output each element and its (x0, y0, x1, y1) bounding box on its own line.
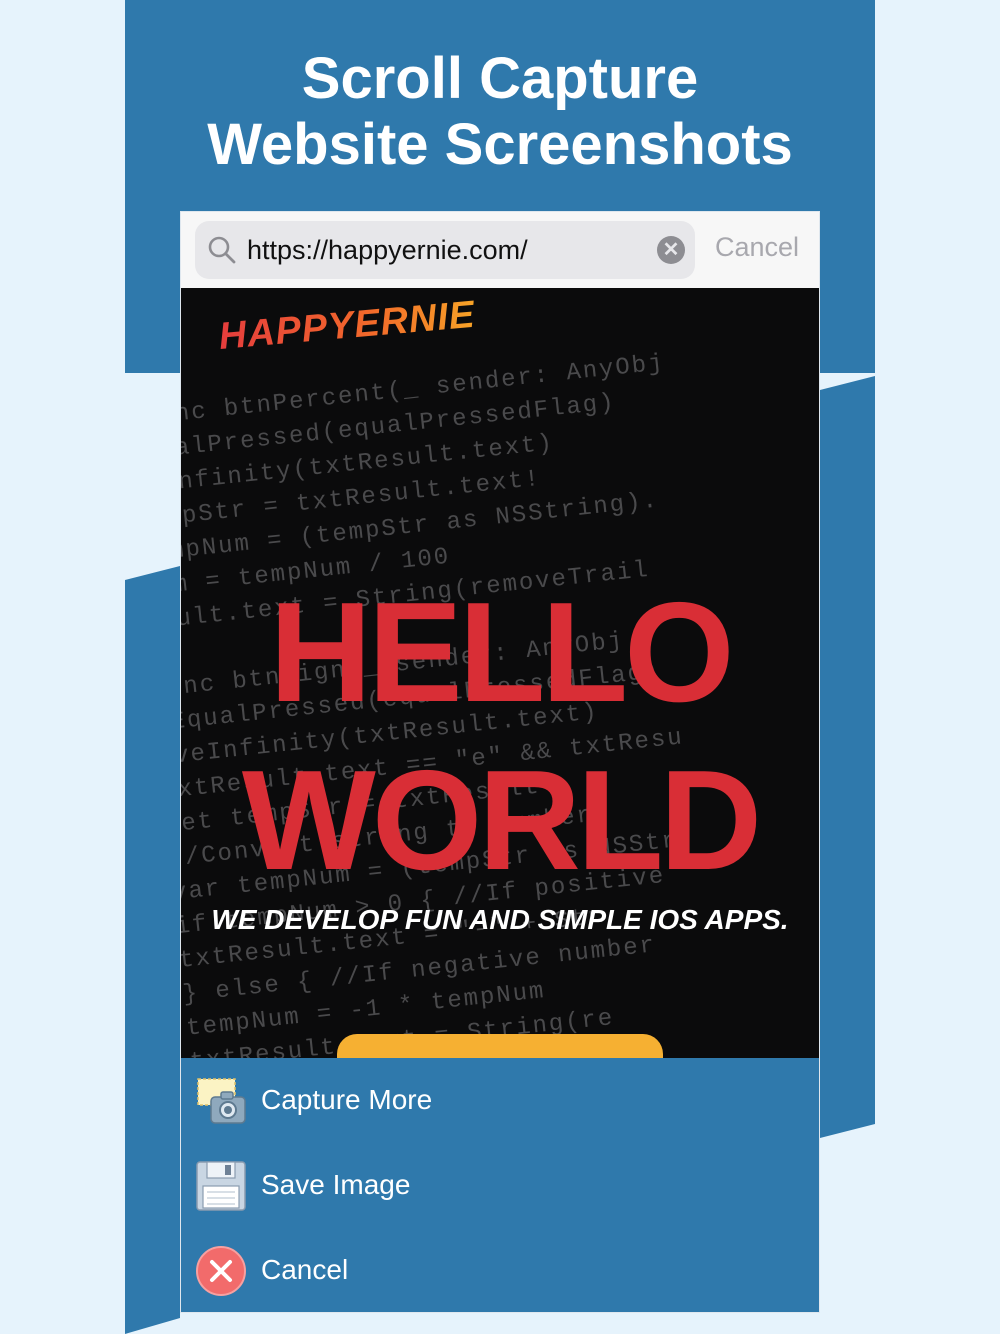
website-preview[interactable]: func btnPercent(_ sender: AnyObj EqualPr… (181, 288, 819, 1058)
headline-line-1: Scroll Capture (301, 46, 699, 111)
search-bar: ✕ Cancel (181, 212, 819, 288)
floppy-disk-icon (196, 1161, 246, 1211)
capture-more-label: Capture More (261, 1084, 433, 1115)
save-image-button[interactable]: Save Image (181, 1143, 819, 1228)
site-tagline: WE DEVELOP FUN AND SIMPLE IOS APPS. (211, 904, 789, 935)
cancel-search-button[interactable]: Cancel (715, 232, 799, 263)
hero-line-1: HELLO (269, 573, 734, 732)
site-cta-button[interactable] (337, 1034, 663, 1058)
hero-line-2: WORLD (241, 741, 762, 900)
cancel-menu-label: Cancel (261, 1254, 349, 1285)
save-image-label: Save Image (261, 1169, 411, 1200)
phone-screen: ✕ Cancel func btnPercent(_ sender: AnyOb… (180, 211, 820, 1313)
url-search-field[interactable]: ✕ (195, 221, 695, 279)
headline: Scroll Capture Website Screenshots (125, 46, 875, 178)
action-menu: Capture More Save Image Cancel (181, 1058, 819, 1313)
headline-line-2: Website Screenshots (207, 112, 793, 177)
search-icon (208, 236, 236, 264)
cancel-x-icon (196, 1246, 246, 1296)
clear-icon[interactable]: ✕ (657, 236, 685, 264)
cancel-menu-button[interactable]: Cancel (181, 1228, 819, 1313)
scroll-camera-icon (197, 1078, 246, 1124)
url-input[interactable] (247, 229, 637, 271)
capture-more-button[interactable]: Capture More (181, 1058, 819, 1143)
